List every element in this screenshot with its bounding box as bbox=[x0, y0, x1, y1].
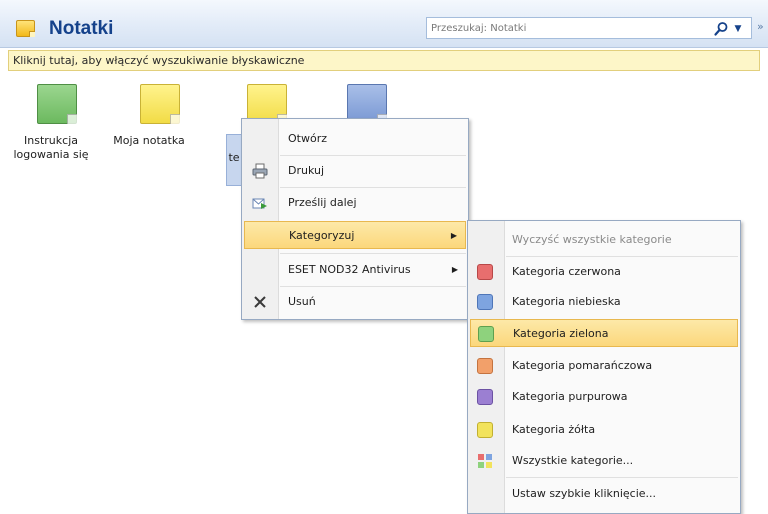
selected-note[interactable]: te bbox=[226, 134, 242, 186]
yellow-category-icon bbox=[477, 422, 493, 438]
submenu-arrow-icon: ▶ bbox=[450, 231, 457, 240]
note-label-fragment: te bbox=[228, 151, 240, 164]
search-box[interactable]: ▼ bbox=[426, 17, 752, 39]
menu-item-print[interactable]: Drukuj bbox=[244, 157, 466, 185]
red-category-icon bbox=[477, 264, 493, 280]
notes-app-icon bbox=[16, 20, 35, 37]
all-categories-icon bbox=[478, 454, 492, 468]
note-item[interactable]: Moja notatka bbox=[112, 84, 186, 174]
orange-category-icon bbox=[477, 358, 493, 374]
menu-item-eset[interactable]: ESET NOD32 Antivirus ▶ bbox=[244, 256, 466, 284]
search-input[interactable] bbox=[429, 19, 693, 37]
expand-icon[interactable]: » bbox=[757, 20, 764, 33]
note-label: Instrukcja logowania się bbox=[13, 134, 89, 161]
menu-item-category-green[interactable]: Kategoria zielona bbox=[470, 319, 738, 347]
forward-icon bbox=[252, 198, 267, 209]
note-green-icon bbox=[37, 84, 77, 124]
submenu-arrow-icon: ▶ bbox=[451, 265, 458, 274]
menu-item-all-categories[interactable]: Wszystkie kategorie... bbox=[470, 447, 738, 475]
menu-item-category-blue[interactable]: Kategoria niebieska bbox=[470, 288, 738, 316]
purple-category-icon bbox=[477, 389, 493, 405]
menu-item-clear-categories[interactable]: Wyczyść wszystkie kategorie bbox=[470, 226, 738, 254]
instant-search-infobar[interactable]: Kliknij tutaj, aby włączyć wyszukiwanie … bbox=[8, 50, 760, 71]
menu-item-category-red[interactable]: Kategoria czerwona bbox=[470, 258, 738, 286]
context-menu: Otwórz Drukuj Prześlij dalej Kategoryzuj… bbox=[241, 118, 469, 320]
note-item[interactable]: Instrukcja logowania się bbox=[8, 84, 94, 174]
page-title: Notatki bbox=[49, 18, 114, 39]
menu-item-delete[interactable]: Usuń bbox=[244, 288, 466, 316]
printer-icon bbox=[252, 163, 268, 179]
note-yellow-icon bbox=[140, 84, 180, 124]
window-header: Notatki ▼ » bbox=[0, 0, 768, 48]
delete-icon bbox=[254, 296, 266, 308]
menu-item-category-yellow[interactable]: Kategoria żółta bbox=[470, 416, 738, 444]
menu-item-category-orange[interactable]: Kategoria pomarańczowa bbox=[470, 352, 738, 380]
menu-item-quick-click[interactable]: Ustaw szybkie kliknięcie... bbox=[470, 480, 738, 508]
green-category-icon bbox=[478, 326, 494, 342]
search-icon[interactable] bbox=[713, 21, 729, 37]
menu-item-categorize[interactable]: Kategoryzuj ▶ bbox=[244, 221, 466, 249]
categorize-submenu: Wyczyść wszystkie kategorie Kategoria cz… bbox=[467, 220, 741, 514]
menu-item-open[interactable]: Otwórz bbox=[244, 125, 466, 153]
blue-category-icon bbox=[477, 294, 493, 310]
note-label: Moja notatka bbox=[113, 134, 185, 147]
menu-item-forward[interactable]: Prześlij dalej bbox=[244, 189, 466, 217]
menu-item-category-purple[interactable]: Kategoria purpurowa bbox=[470, 383, 738, 411]
chevron-down-icon[interactable]: ▼ bbox=[732, 21, 744, 37]
